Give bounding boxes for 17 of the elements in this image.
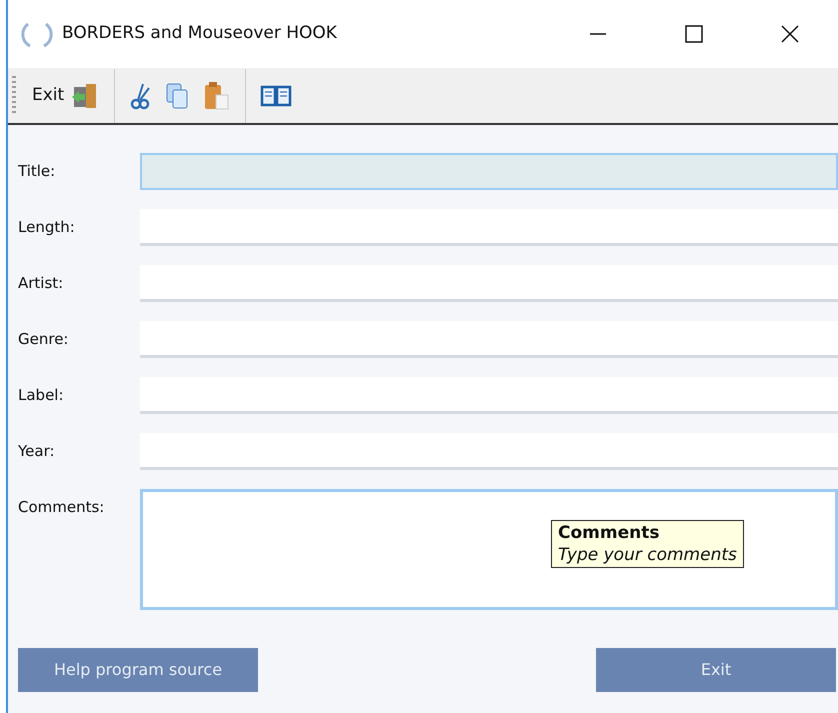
input-field[interactable] [140,377,838,414]
field-label: Length: [18,217,76,238]
text-area[interactable]: Comments Type your comments [140,489,838,610]
field-label: Artist: [18,273,64,294]
input-field[interactable] [140,209,838,246]
field-label: Year: [18,441,56,462]
input-field[interactable] [140,321,838,358]
input-field[interactable] [140,265,838,302]
input-field[interactable] [140,153,838,190]
field-label: Label: [18,385,65,406]
field-label: Title: [18,161,56,182]
exit-button[interactable]: Exit [26,76,106,114]
tooltip: Comments Type your comments [551,520,744,568]
field-label: Genre: [18,329,70,350]
window-title: BORDERS and Mouseover HOOK [62,22,338,46]
input-field[interactable] [140,433,838,470]
field-label: Comments: [18,497,106,518]
